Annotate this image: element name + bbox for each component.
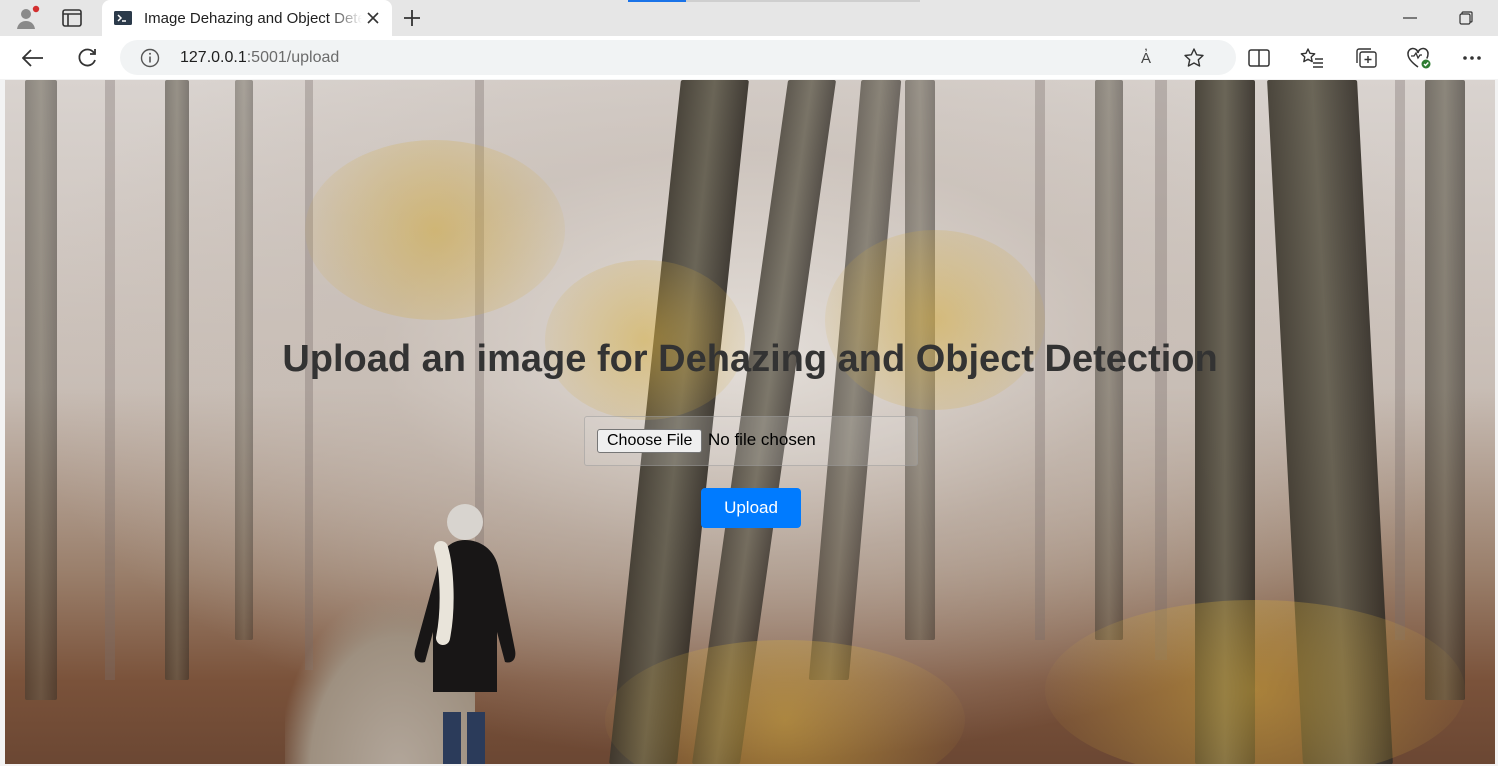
page-viewport: Upload an image for Dehazing and Object … [5, 80, 1495, 764]
browser-essentials-icon[interactable] [1406, 45, 1432, 71]
favorites-list-icon[interactable] [1299, 45, 1325, 71]
star-icon[interactable] [1182, 46, 1206, 70]
url-host: 127.0.0.1 [180, 49, 247, 66]
split-screen-icon[interactable] [1246, 45, 1272, 71]
upload-content: Upload an image for Dehazing and Object … [5, 80, 1495, 764]
restore-icon[interactable] [1454, 8, 1478, 28]
url-path: :5001/upload [246, 49, 340, 66]
file-status-text: No file chosen [708, 430, 816, 449]
file-input[interactable]: Choose File No file chosen [584, 416, 918, 466]
terminal-favicon-icon [114, 9, 132, 27]
page-title: Upload an image for Dehazing and Object … [282, 338, 1218, 380]
minimize-icon[interactable] [1398, 8, 1422, 28]
info-icon[interactable] [140, 48, 160, 68]
tab-bar: Image Dehazing and Object Detection [0, 0, 1498, 36]
read-aloud-icon[interactable]: A҆ [1134, 47, 1158, 69]
tab-actions-icon[interactable] [58, 6, 86, 30]
browser-toolbar: 127.0.0.1:5001/upload A҆ [0, 36, 1498, 79]
choose-file-button[interactable]: Choose File [597, 429, 703, 453]
back-arrow-icon[interactable] [20, 45, 46, 71]
tab-title: Image Dehazing and Object Detection [144, 9, 362, 27]
upload-button[interactable]: Upload [701, 488, 801, 528]
read-aloud-label: A҆ [1140, 49, 1151, 67]
plus-icon[interactable] [400, 6, 424, 30]
more-icon[interactable] [1459, 45, 1485, 71]
reload-icon[interactable] [74, 45, 100, 71]
collections-icon[interactable] [1353, 45, 1379, 71]
loading-progress [628, 0, 920, 2]
close-icon[interactable] [364, 9, 382, 27]
url-text[interactable]: 127.0.0.1:5001/upload [180, 48, 339, 68]
address-bar[interactable]: 127.0.0.1:5001/upload A҆ [120, 40, 1236, 75]
active-tab[interactable]: Image Dehazing and Object Detection [102, 0, 392, 36]
profile-avatar-icon[interactable] [14, 5, 40, 31]
